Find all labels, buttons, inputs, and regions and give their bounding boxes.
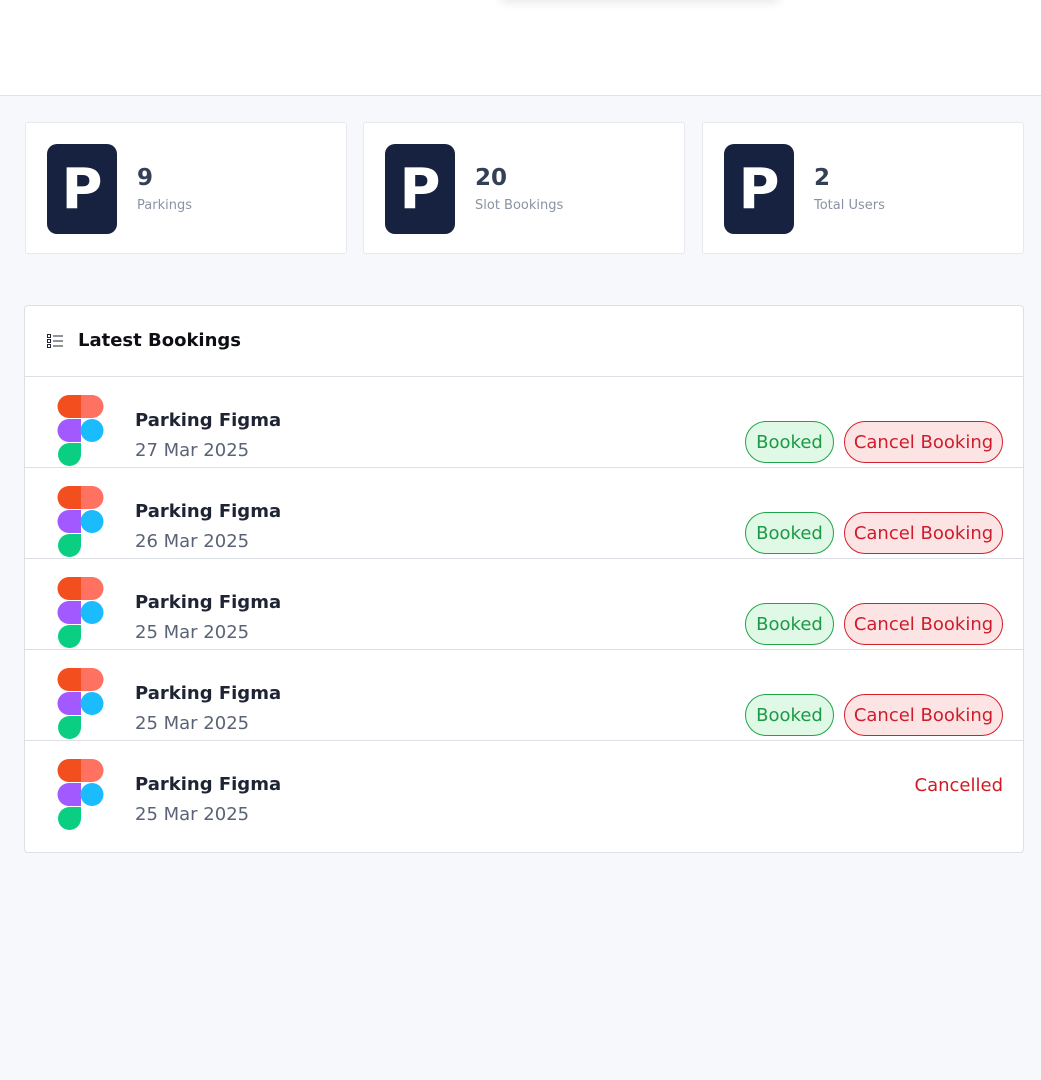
booked-status-badge: Booked <box>745 694 834 736</box>
booking-row: Parking Figma 27 Mar 2025 Booked Cancel Boo… <box>25 377 1023 468</box>
parking-icon: P <box>47 144 117 234</box>
cancel-booking-button[interactable]: Cancel Booking <box>844 603 1003 645</box>
list-icon <box>47 334 63 348</box>
booked-status-badge: Booked <box>745 512 834 554</box>
stat-value: 9 <box>137 165 154 191</box>
latest-bookings-panel: Latest Bookings Parking Figma 27 Mar 2025… <box>24 305 1024 853</box>
booking-row: Parking Figma 26 Mar 2025 Booked Cancel Boo… <box>25 468 1023 559</box>
booking-parking-name: Parking Figma <box>135 410 282 431</box>
top-header-bar <box>0 0 1041 96</box>
cancelled-status-text: Cancelled <box>914 775 1003 796</box>
booking-date: 25 Mar 2025 <box>135 713 250 734</box>
booking-date: 25 Mar 2025 <box>135 622 250 643</box>
booking-parking-name: Parking Figma <box>135 774 282 795</box>
stat-label: Total Users <box>814 198 885 213</box>
booking-parking-name: Parking Figma <box>135 501 282 522</box>
stat-value: 20 <box>475 165 508 191</box>
booking-parking-name: Parking Figma <box>135 683 282 704</box>
stat-label: Parkings <box>137 198 192 213</box>
stat-value: 2 <box>814 165 831 191</box>
figma-logo-icon <box>57 395 104 466</box>
cancel-booking-button[interactable]: Cancel Booking <box>844 421 1003 463</box>
booking-date: 25 Mar 2025 <box>135 804 250 825</box>
booking-row: Parking Figma 25 Mar 2025 Booked Cancel Boo… <box>25 559 1023 650</box>
panel-title: Latest Bookings <box>78 330 242 351</box>
stat-card-total-users: P 2 Total Users <box>702 122 1024 254</box>
booking-parking-name: Parking Figma <box>135 592 282 613</box>
booked-status-badge: Booked <box>745 421 834 463</box>
figma-logo-icon <box>57 759 104 830</box>
parking-icon: P <box>385 144 455 234</box>
booking-row: Parking Figma 25 Mar 2025 Cancelled <box>25 741 1023 832</box>
stat-label: Slot Bookings <box>475 198 564 213</box>
booking-row: Parking Figma 25 Mar 2025 Booked Cancel Boo… <box>25 650 1023 741</box>
booked-status-badge: Booked <box>745 603 834 645</box>
cancel-booking-button[interactable]: Cancel Booking <box>844 512 1003 554</box>
figma-logo-icon <box>57 668 104 739</box>
figma-logo-icon <box>57 577 104 648</box>
stat-card-parkings: P 9 Parkings <box>25 122 347 254</box>
parking-icon: P <box>724 144 794 234</box>
stat-card-slot-bookings: P 20 Slot Bookings <box>363 122 685 254</box>
figma-logo-icon <box>57 486 104 557</box>
cancel-booking-button[interactable]: Cancel Booking <box>844 694 1003 736</box>
panel-header: Latest Bookings <box>25 306 1023 377</box>
booking-date: 26 Mar 2025 <box>135 531 250 552</box>
booking-date: 27 Mar 2025 <box>135 440 250 461</box>
